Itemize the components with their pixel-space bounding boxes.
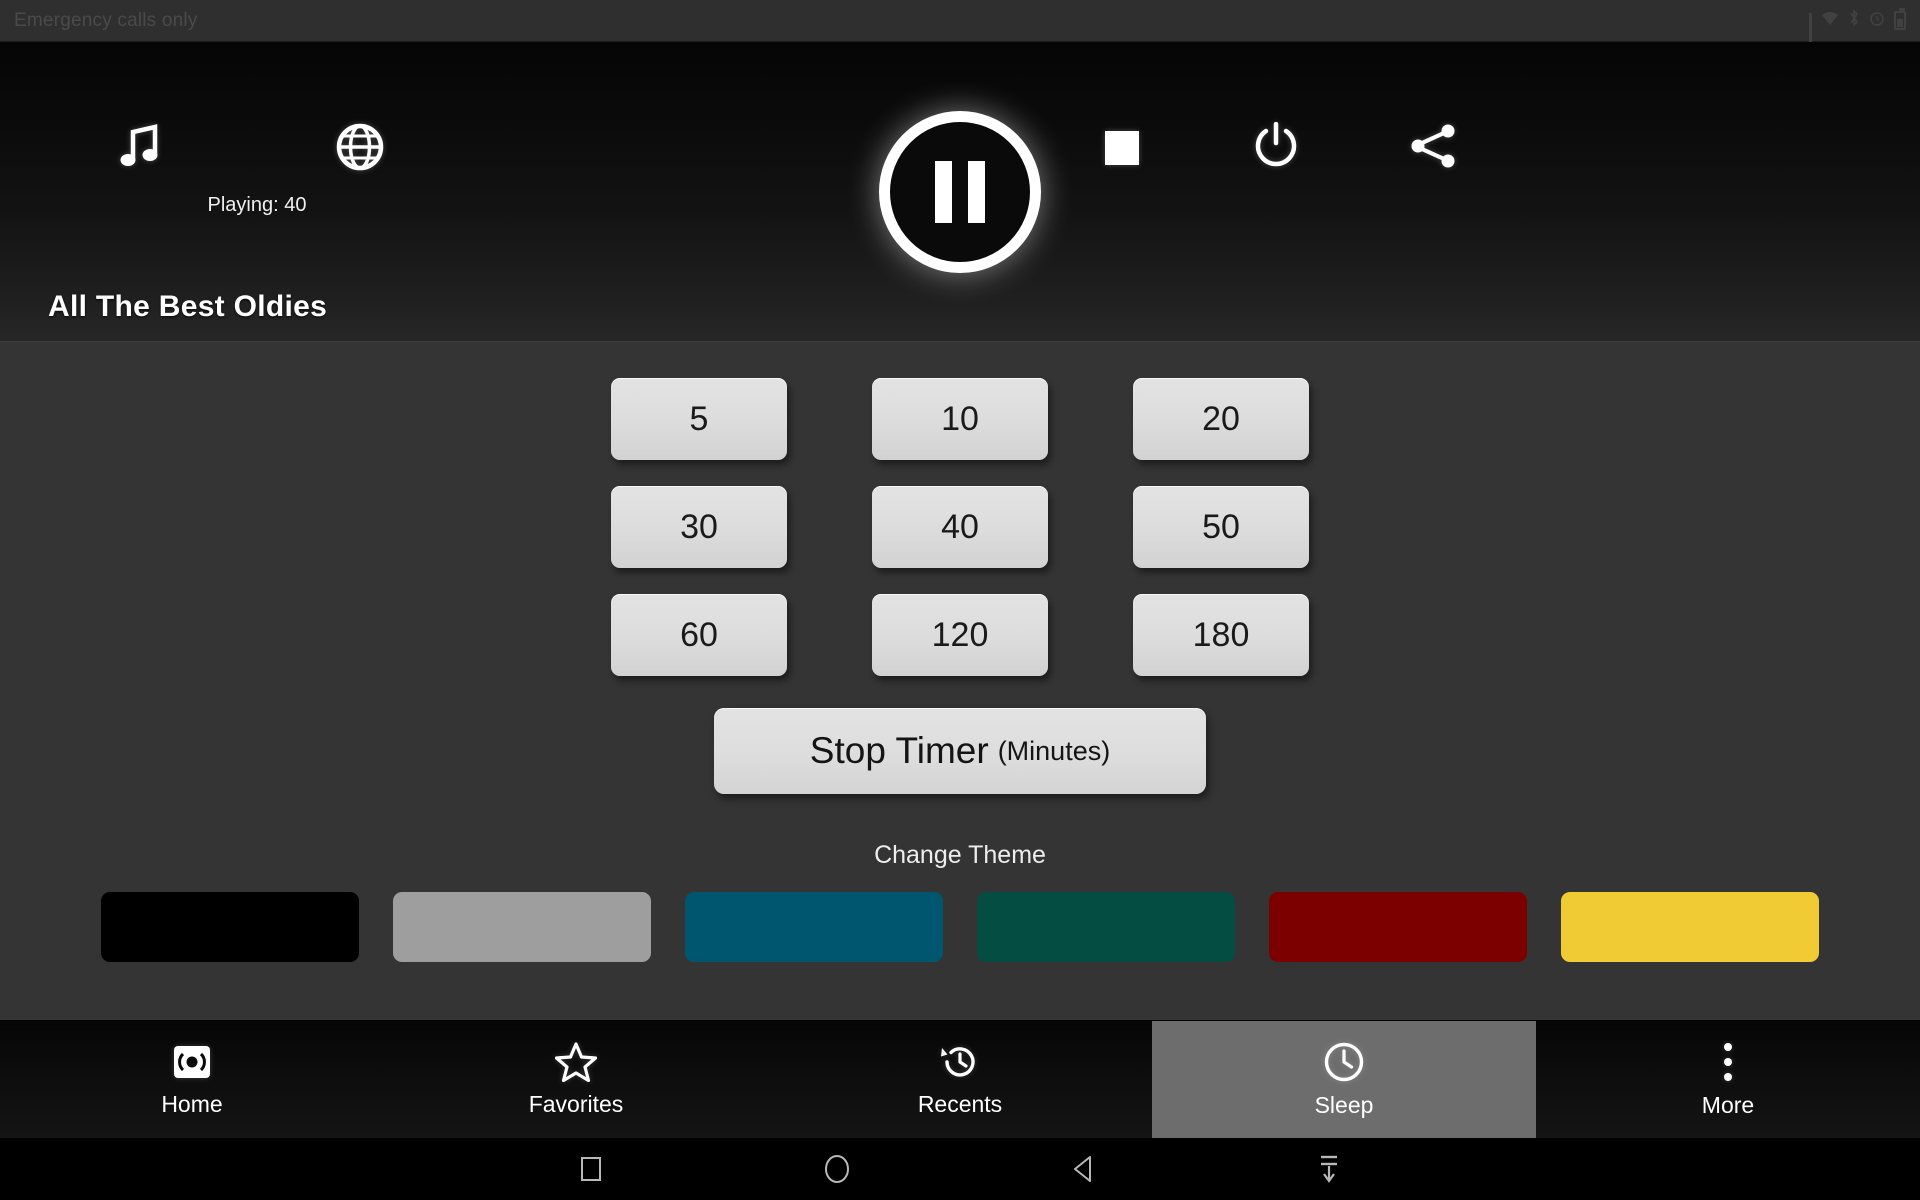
theme-swatch-dark-red[interactable] (1269, 892, 1527, 962)
timer-option-button[interactable]: 40 (872, 486, 1048, 568)
theme-swatch-grey[interactable] (393, 892, 651, 962)
player-header: Playing: 40 All The Best Oldies (0, 42, 1920, 342)
back-button[interactable] (1060, 1146, 1106, 1192)
clock-icon (1323, 1041, 1365, 1083)
timer-option-button[interactable]: 60 (611, 594, 787, 676)
pause-bar-right (968, 161, 985, 223)
signal-bars-icon (1809, 13, 1812, 51)
change-theme-heading: Change Theme (874, 841, 1046, 869)
timer-option-button[interactable]: 5 (611, 378, 787, 460)
tab-more[interactable]: More (1536, 1021, 1920, 1138)
theme-swatch-yellow[interactable] (1561, 892, 1819, 962)
broadcast-icon (172, 1042, 212, 1082)
pause-icon (879, 111, 1041, 273)
globe-icon[interactable] (336, 123, 384, 171)
recents-button[interactable] (568, 1146, 614, 1192)
timer-options-grid: 5 10 20 30 40 50 60 120 180 (611, 378, 1309, 676)
stop-square-icon[interactable] (1104, 130, 1140, 166)
timer-option-button[interactable]: 180 (1133, 594, 1309, 676)
tab-label: Sleep (1314, 1091, 1374, 1118)
square-icon (581, 1157, 601, 1181)
pause-bar-left (935, 161, 952, 223)
bluetooth-icon (1848, 9, 1860, 32)
tab-label: Recents (917, 1090, 1003, 1117)
timer-option-button[interactable]: 20 (1133, 378, 1309, 460)
play-pause-button[interactable] (879, 111, 1041, 273)
playing-status-label: Playing: 40 (207, 194, 307, 216)
star-icon (555, 1041, 597, 1082)
app-root: Emergency calls only Playing: 40 All The… (0, 0, 1920, 1200)
theme-swatch-row (0, 892, 1920, 962)
triangle-left-icon (1074, 1156, 1091, 1182)
circle-icon (825, 1155, 849, 1183)
stop-timer-unit-label: (Minutes) (997, 735, 1111, 766)
share-icon[interactable] (1410, 124, 1458, 168)
tab-sleep[interactable]: Sleep (1152, 1021, 1536, 1138)
music-note-icon[interactable] (119, 124, 161, 170)
player-toolbar: Playing: 40 (0, 42, 1920, 273)
timer-option-button[interactable]: 50 (1133, 486, 1309, 568)
wifi-icon (1821, 11, 1839, 31)
sleep-timer-panel: 5 10 20 30 40 50 60 120 180 Stop Timer (… (0, 342, 1920, 1020)
bottom-tab-bar: Home Favorites Recents Sleep More (0, 1020, 1920, 1138)
timer-option-button[interactable]: 30 (611, 486, 787, 568)
tab-home[interactable]: Home (0, 1021, 384, 1138)
android-nav-bar (0, 1138, 1920, 1200)
power-icon[interactable] (1253, 122, 1299, 170)
android-status-bar: Emergency calls only (0, 0, 1920, 51)
theme-swatch-dark-green[interactable] (977, 892, 1235, 962)
theme-swatch-black[interactable] (101, 892, 359, 962)
tab-label: Home (161, 1090, 223, 1117)
status-indicators (1809, 8, 1906, 51)
tab-favorites[interactable]: Favorites (384, 1021, 768, 1138)
timer-option-button[interactable]: 120 (872, 594, 1048, 676)
history-icon (939, 1042, 981, 1082)
tab-label: Favorites (528, 1090, 624, 1117)
stop-timer-label: Stop Timer (809, 730, 989, 771)
carrier-label: Emergency calls only (14, 9, 198, 31)
home-button[interactable] (814, 1146, 860, 1192)
alarm-icon (1869, 10, 1885, 31)
tab-label: More (1701, 1091, 1755, 1118)
timer-option-button[interactable]: 10 (872, 378, 1048, 460)
station-title: All The Best Oldies (48, 290, 328, 323)
stop-timer-button[interactable]: Stop Timer (Minutes) (714, 708, 1206, 794)
hide-keyboard-button[interactable] (1306, 1146, 1352, 1192)
battery-icon (1894, 8, 1906, 30)
theme-swatch-teal-blue[interactable] (685, 892, 943, 962)
arrow-down-bar-icon (1321, 1155, 1337, 1183)
tab-recents[interactable]: Recents (768, 1021, 1152, 1138)
overflow-dots-icon (1721, 1041, 1735, 1083)
